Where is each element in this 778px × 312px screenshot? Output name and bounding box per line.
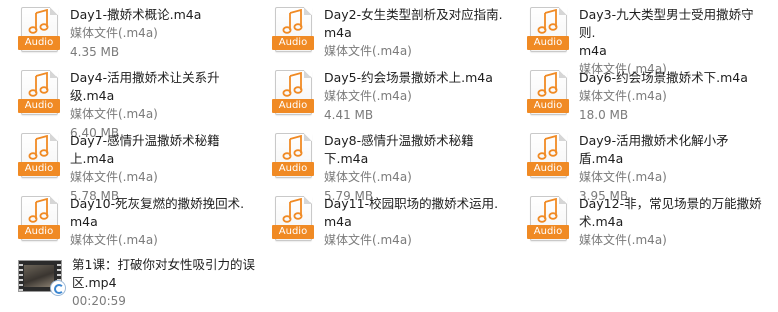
- video-thumbnail: [24, 265, 54, 287]
- file-type: 媒体文件(.m4a): [579, 233, 667, 247]
- file-item-day5[interactable]: Audio Day5-约会场景撒娇术上.m4a 媒体文件(.m4a) 4.41 …: [272, 69, 493, 125]
- file-name: Day9-活用撒娇术化解小矛盾.m4a: [579, 133, 729, 166]
- audio-badge: Audio: [18, 162, 60, 176]
- file-item-video-lesson1[interactable]: 第1课：打破你对女性吸引力的误 区.mp4 00:20:59: [18, 256, 255, 311]
- file-type: 媒体文件(.m4a): [70, 233, 158, 247]
- music-note-icon: [537, 9, 558, 34]
- file-name: Day4-活用撒娇术让关系升级.m4a: [70, 70, 220, 103]
- music-note-icon: [28, 9, 49, 34]
- file-size: 4.41 MB: [324, 108, 374, 122]
- audio-file-icon: Audio: [272, 133, 314, 178]
- music-note-icon: [537, 198, 558, 223]
- audio-badge: Audio: [527, 36, 569, 50]
- audio-file-icon: Audio: [18, 133, 60, 178]
- file-name: Day3-九大类型男士受用撒娇守则. m4a: [579, 7, 754, 58]
- file-name: Day1-撒娇术概论.m4a: [70, 7, 202, 22]
- audio-badge: Audio: [527, 99, 569, 113]
- audio-badge: Audio: [272, 99, 314, 113]
- audio-badge: Audio: [527, 225, 569, 239]
- file-type: 媒体文件(.m4a): [324, 233, 412, 247]
- file-name: Day2-女生类型剖析及对应指南. m4a: [324, 7, 503, 40]
- file-item-day2[interactable]: Audio Day2-女生类型剖析及对应指南. m4a 媒体文件(.m4a): [272, 6, 503, 61]
- file-type: 媒体文件(.m4a): [579, 170, 667, 184]
- file-item-day12[interactable]: Audio Day12-非，常见场景的万能撒娇 术.m4a 媒体文件(.m4a): [527, 195, 762, 250]
- music-note-icon: [282, 198, 303, 223]
- music-note-icon: [282, 9, 303, 34]
- file-type: 媒体文件(.m4a): [324, 170, 412, 184]
- file-item-day1[interactable]: Audio Day1-撒娇术概论.m4a 媒体文件(.m4a) 4.35 MB: [18, 6, 201, 62]
- file-item-day11[interactable]: Audio Day11-校园职场的撒娇术运用. m4a 媒体文件(.m4a): [272, 195, 498, 250]
- audio-file-icon: Audio: [527, 70, 569, 115]
- music-note-icon: [282, 72, 303, 97]
- audio-badge: Audio: [527, 162, 569, 176]
- file-name: Day11-校园职场的撒娇术运用. m4a: [324, 196, 499, 229]
- music-note-icon: [28, 198, 49, 223]
- file-type: 媒体文件(.m4a): [579, 89, 667, 103]
- file-type: 媒体文件(.m4a): [70, 26, 158, 40]
- audio-file-icon: Audio: [18, 7, 60, 52]
- audio-badge: Audio: [272, 225, 314, 239]
- file-size: 4.35 MB: [70, 45, 120, 59]
- audio-file-icon: Audio: [527, 196, 569, 241]
- audio-file-icon: Audio: [527, 133, 569, 178]
- video-file-icon: [18, 260, 66, 296]
- music-note-icon: [537, 135, 558, 160]
- music-note-icon: [282, 135, 303, 160]
- audio-file-icon: Audio: [272, 7, 314, 52]
- file-type: 媒体文件(.m4a): [70, 170, 158, 184]
- file-name: 第1课：打破你对女性吸引力的误 区.mp4: [72, 257, 255, 290]
- file-name: Day8-感情升温撒娇术秘籍下.m4a: [324, 133, 474, 166]
- file-name: Day6-约会场景撒娇术下.m4a: [579, 70, 748, 85]
- file-size: 18.0 MB: [579, 108, 629, 122]
- music-note-icon: [28, 72, 49, 97]
- file-type: 媒体文件(.m4a): [324, 89, 412, 103]
- file-type: 媒体文件(.m4a): [324, 44, 412, 58]
- music-note-icon: [28, 135, 49, 160]
- audio-file-icon: Audio: [272, 196, 314, 241]
- file-name: Day10-死灰复燃的撒娇挽回术. m4a: [70, 196, 245, 229]
- audio-badge: Audio: [272, 162, 314, 176]
- audio-file-icon: Audio: [272, 70, 314, 115]
- video-duration: 00:20:59: [72, 294, 126, 308]
- audio-badge: Audio: [18, 36, 60, 50]
- file-type: 媒体文件(.m4a): [70, 107, 158, 121]
- sync-icon: [50, 280, 66, 296]
- audio-badge: Audio: [272, 36, 314, 50]
- audio-file-icon: Audio: [527, 7, 569, 52]
- audio-badge: Audio: [18, 225, 60, 239]
- audio-file-icon: Audio: [18, 70, 60, 115]
- audio-file-icon: Audio: [18, 196, 60, 241]
- file-item-day10[interactable]: Audio Day10-死灰复燃的撒娇挽回术. m4a 媒体文件(.m4a): [18, 195, 244, 250]
- file-name: Day5-约会场景撒娇术上.m4a: [324, 70, 493, 85]
- music-note-icon: [537, 72, 558, 97]
- audio-badge: Audio: [18, 99, 60, 113]
- file-name: Day12-非，常见场景的万能撒娇 术.m4a: [579, 196, 762, 229]
- file-item-day6[interactable]: Audio Day6-约会场景撒娇术下.m4a 媒体文件(.m4a) 18.0 …: [527, 69, 748, 125]
- file-name: Day7-感情升温撒娇术秘籍上.m4a: [70, 133, 220, 166]
